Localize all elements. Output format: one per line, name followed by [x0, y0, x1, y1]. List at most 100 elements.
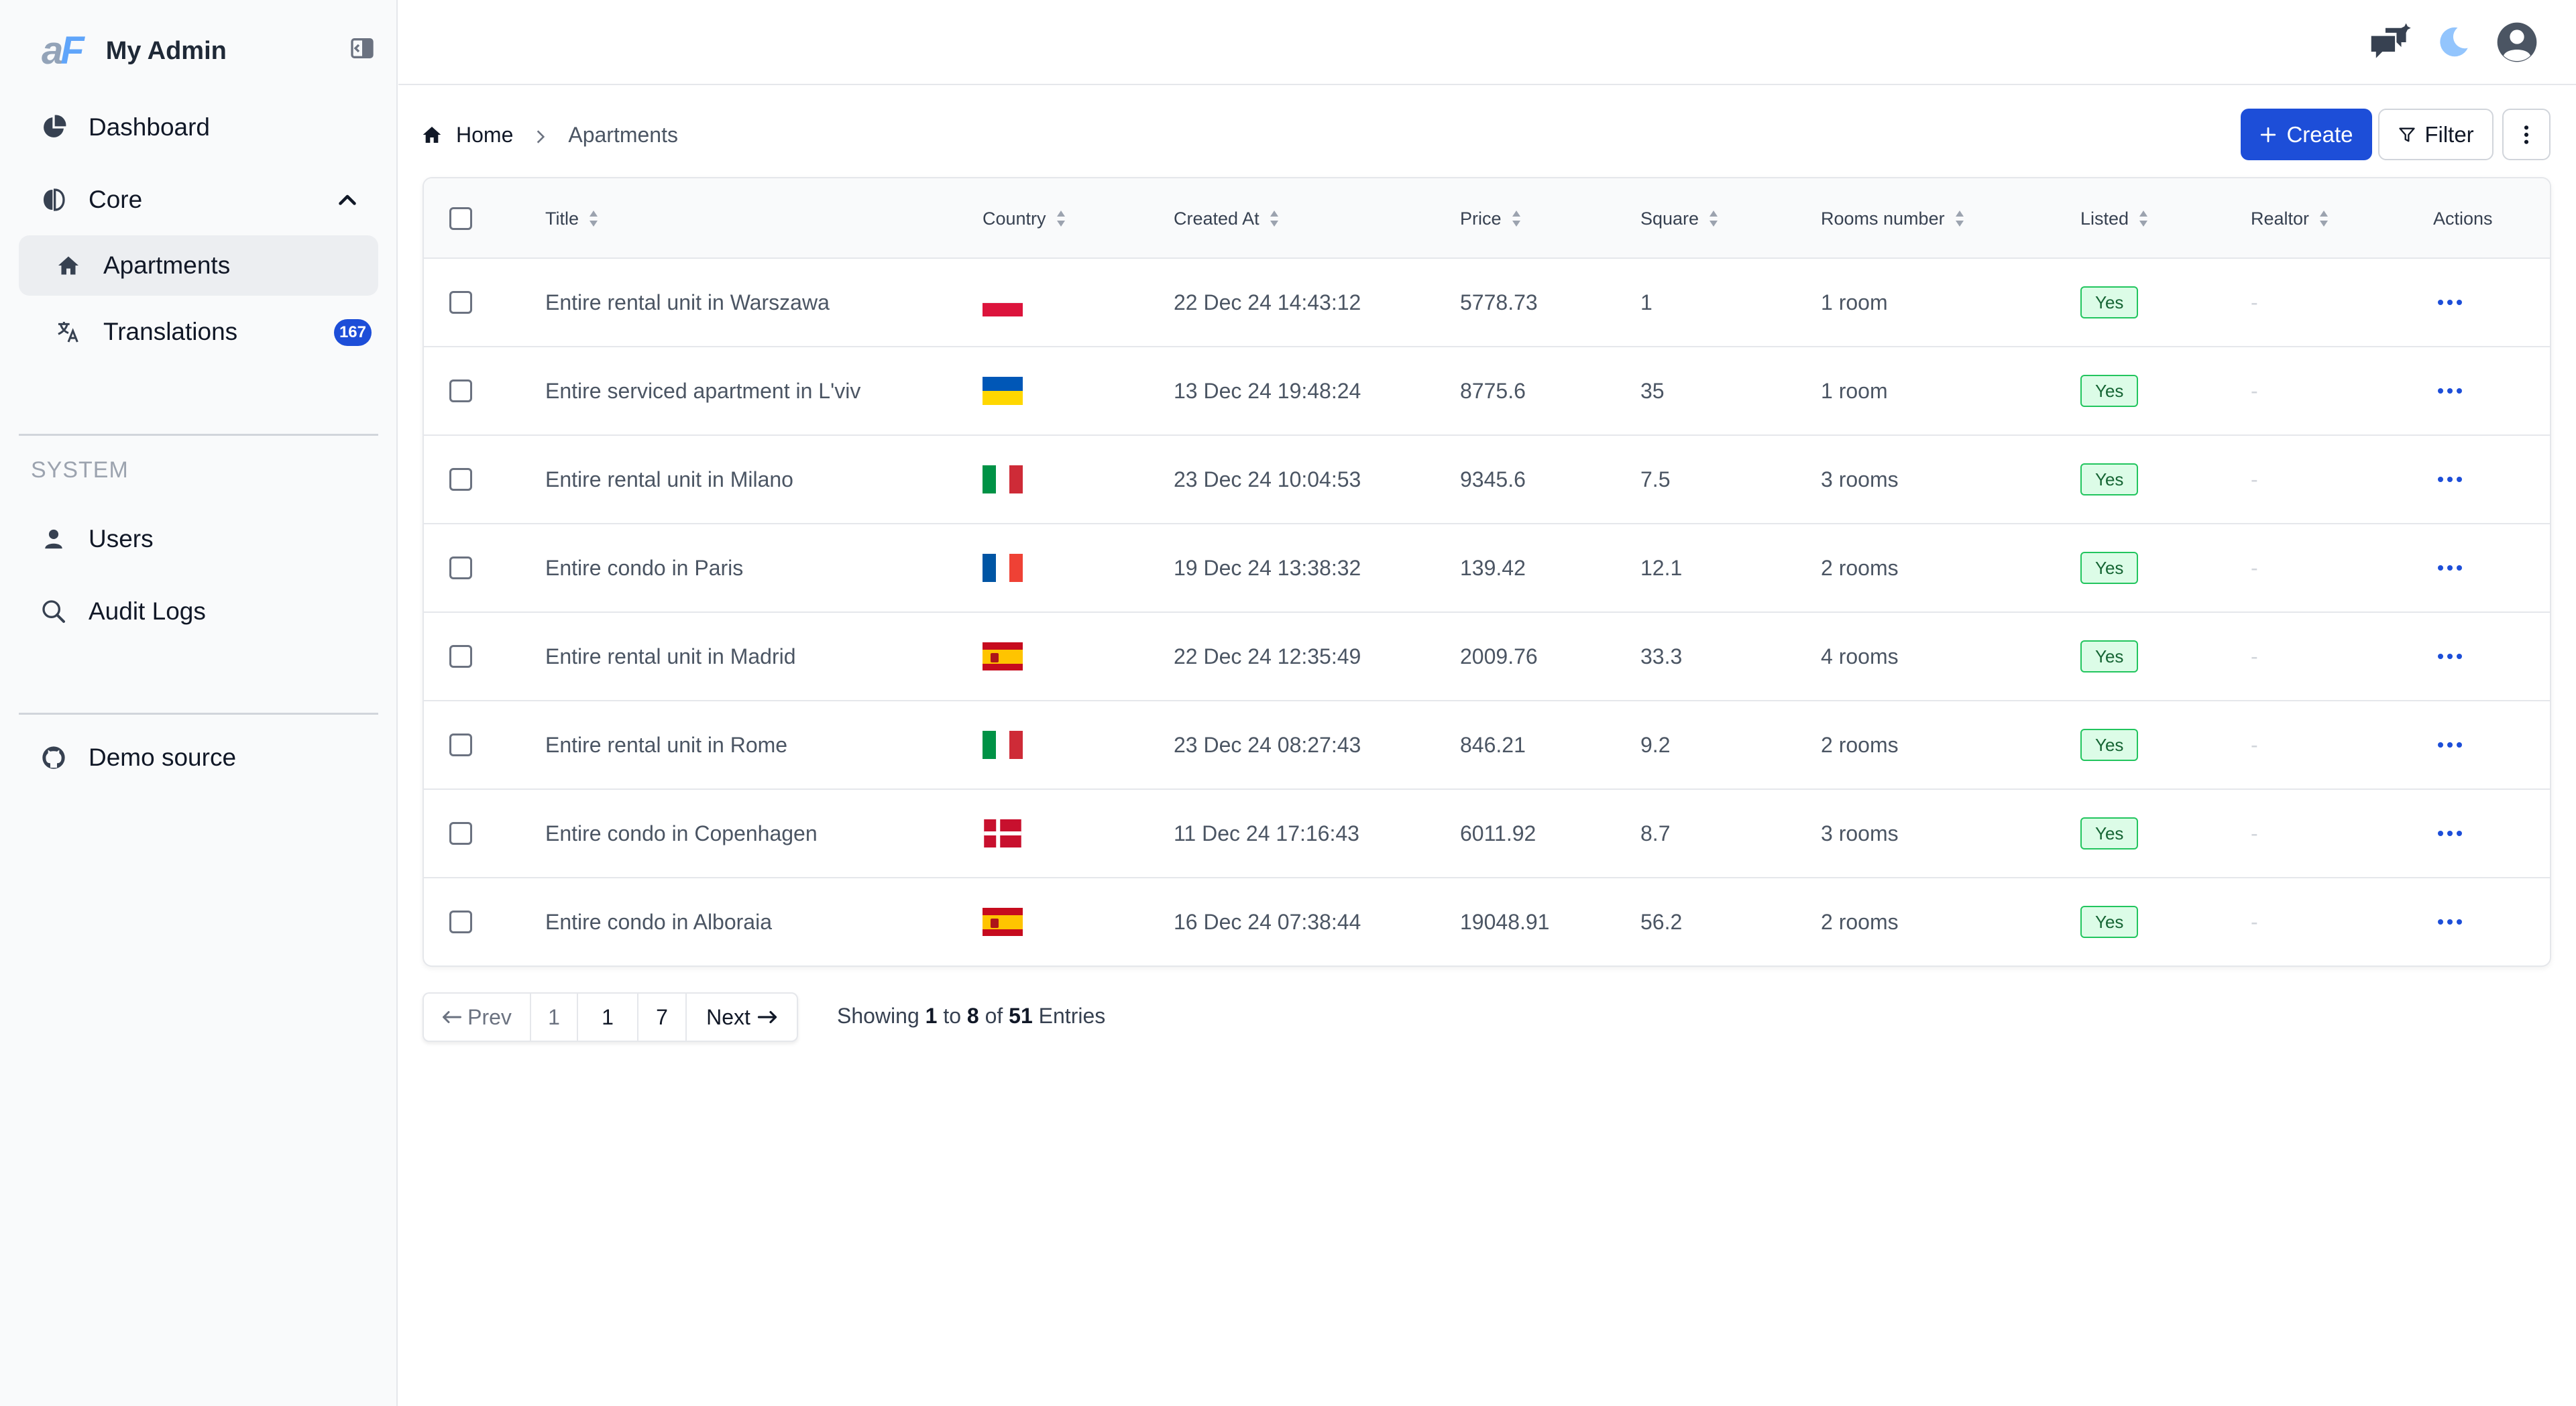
page-button[interactable]: 1	[578, 994, 638, 1041]
cell-square: 1	[1640, 290, 1653, 314]
cell-title[interactable]: Entire rental unit in Madrid	[545, 613, 796, 700]
prev-page-button[interactable]: Prev	[424, 994, 531, 1041]
table-row[interactable]: Entire rental unit in Madrid 22 Dec 24 12…	[424, 613, 2550, 701]
select-all-checkbox[interactable]	[449, 207, 472, 230]
row-checkbox[interactable]	[449, 822, 472, 845]
cell-listed: Yes	[2080, 524, 2139, 611]
cell-country	[983, 259, 1023, 346]
country-flag-icon	[983, 554, 1023, 582]
column-header-price[interactable]: Price	[1460, 178, 1522, 259]
chevron-up-icon[interactable]	[335, 188, 359, 213]
row-checkbox[interactable]	[449, 556, 472, 579]
sort-icon	[2320, 211, 2329, 227]
cell-title[interactable]: Entire condo in Copenhagen	[545, 790, 818, 877]
sidebar-item-audit-logs[interactable]: Audit Logs	[19, 581, 378, 642]
sidebar-collapse-icon[interactable]	[349, 35, 376, 62]
column-header-listed[interactable]: Listed	[2080, 178, 2149, 259]
row-checkbox[interactable]	[449, 291, 472, 314]
row-actions-button[interactable]	[2437, 701, 2463, 788]
vertical-dots-icon	[2523, 124, 2530, 145]
sidebar-item-demo-source[interactable]: Demo source	[19, 727, 378, 788]
row-actions-button[interactable]	[2437, 878, 2463, 965]
cell-price: 5778.73	[1460, 290, 1538, 314]
cell-rooms-number: 2 rooms	[1821, 555, 1899, 580]
cell-created-at: 13 Dec 24 19:48:24	[1174, 378, 1361, 403]
sidebar-item-apartments[interactable]: Apartments	[19, 235, 378, 296]
sidebar-item-core[interactable]: Core	[19, 170, 378, 230]
cell-realtor: -	[2251, 644, 2258, 668]
horizontal-dots-icon	[2437, 565, 2463, 571]
row-actions-button[interactable]	[2437, 436, 2463, 523]
next-page-button[interactable]: Next	[687, 994, 797, 1041]
cell-rooms-number: 3 rooms	[1821, 821, 1899, 845]
table-row[interactable]: Entire rental unit in Warszawa 22 Dec 24 …	[424, 259, 2550, 347]
horizontal-dots-icon	[2437, 830, 2463, 837]
create-button-label: Create	[2286, 121, 2353, 147]
table-row[interactable]: Entire condo in Alboraia 16 Dec 24 07:38:…	[424, 878, 2550, 965]
cell-price: 19048.91	[1460, 909, 1550, 934]
table-row[interactable]: Entire condo in Paris 19 Dec 24 13:38:32 1…	[424, 524, 2550, 613]
cell-title[interactable]: Entire serviced apartment in L'viv	[545, 347, 860, 434]
breadcrumb-home-link[interactable]: Home	[456, 123, 513, 148]
column-header-realtor[interactable]: Realtor	[2251, 178, 2329, 259]
listed-badge: Yes	[2080, 463, 2139, 495]
create-button[interactable]: Create	[2241, 109, 2372, 160]
row-actions-button[interactable]	[2437, 259, 2463, 346]
listed-badge: Yes	[2080, 552, 2139, 584]
sidebar-item-label: Audit Logs	[89, 597, 206, 625]
cell-country	[983, 436, 1023, 523]
row-actions-button[interactable]	[2437, 613, 2463, 700]
country-flag-icon	[983, 819, 1023, 847]
filter-button[interactable]: Filter	[2378, 109, 2494, 160]
row-actions-button[interactable]	[2437, 790, 2463, 877]
table-row[interactable]: Entire rental unit in Rome 23 Dec 24 08:2…	[424, 701, 2550, 790]
cell-title[interactable]: Entire condo in Alboraia	[545, 878, 772, 965]
country-flag-icon	[983, 465, 1023, 493]
row-checkbox-cell	[449, 613, 472, 700]
page-button-current[interactable]: 7	[638, 994, 687, 1041]
page-button[interactable]: 1	[531, 994, 578, 1041]
github-icon	[39, 743, 68, 772]
sidebar-item-translations[interactable]: Translations 167	[19, 302, 378, 362]
row-checkbox[interactable]	[449, 379, 472, 402]
column-header-rooms-number[interactable]: Rooms number	[1821, 178, 1965, 259]
home-icon	[54, 251, 83, 280]
cell-rooms-number: 3 rooms	[1821, 467, 1899, 491]
more-options-button[interactable]	[2502, 109, 2551, 160]
row-checkbox[interactable]	[449, 911, 472, 933]
listed-badge: Yes	[2080, 375, 2139, 407]
brand[interactable]: aF My Admin	[42, 31, 227, 71]
row-checkbox[interactable]	[449, 645, 472, 668]
horizontal-dots-icon	[2437, 299, 2463, 306]
home-icon[interactable]	[421, 124, 443, 145]
chat-sparkle-icon[interactable]	[2368, 20, 2412, 64]
cell-square: 9.2	[1640, 732, 1671, 757]
table-row[interactable]: Entire rental unit in Milano 23 Dec 24 10…	[424, 436, 2550, 524]
table-row[interactable]: Entire condo in Copenhagen 11 Dec 24 17:1…	[424, 790, 2550, 878]
table-header: Title Country Created At Price Square Ro…	[424, 178, 2550, 259]
pagination-summary: Showing 1 to 8 of 51 Entries	[837, 1004, 1106, 1028]
column-header-square[interactable]: Square	[1640, 178, 1719, 259]
sidebar-item-dashboard[interactable]: Dashboard	[19, 97, 378, 158]
cell-listed: Yes	[2080, 347, 2139, 434]
cell-title[interactable]: Entire rental unit in Milano	[545, 436, 793, 523]
row-checkbox[interactable]	[449, 734, 472, 756]
cell-square: 35	[1640, 378, 1665, 403]
dark-mode-moon-icon[interactable]	[2431, 20, 2475, 64]
row-actions-button[interactable]	[2437, 524, 2463, 611]
cell-title[interactable]: Entire condo in Paris	[545, 524, 743, 611]
cell-title[interactable]: Entire rental unit in Rome	[545, 701, 787, 788]
select-all-checkbox-cell	[449, 178, 472, 259]
table-row[interactable]: Entire serviced apartment in L'viv 13 Dec…	[424, 347, 2550, 436]
column-header-title[interactable]: Title	[545, 178, 599, 259]
row-checkbox[interactable]	[449, 468, 472, 491]
user-avatar-icon[interactable]	[2495, 20, 2539, 64]
cell-title[interactable]: Entire rental unit in Warszawa	[545, 259, 830, 346]
column-header-created-at[interactable]: Created At	[1174, 178, 1280, 259]
row-checkbox-cell	[449, 436, 472, 523]
cell-created-at: 23 Dec 24 10:04:53	[1174, 467, 1361, 491]
column-header-country[interactable]: Country	[983, 178, 1066, 259]
sidebar-item-users[interactable]: Users	[19, 509, 378, 569]
cell-price: 6011.92	[1460, 821, 1536, 845]
row-actions-button[interactable]	[2437, 347, 2463, 434]
